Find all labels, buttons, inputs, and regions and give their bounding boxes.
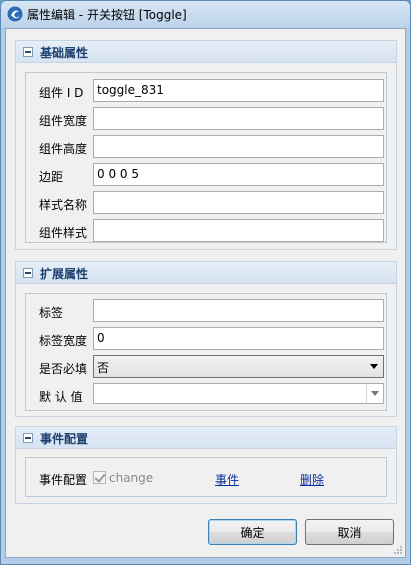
component-id-row: 组件 I D toggle_831: [26, 79, 386, 103]
margin-row: 边距 0 0 0 5: [26, 163, 386, 187]
change-checkbox[interactable]: [93, 471, 106, 484]
component-height-label: 组件高度: [39, 142, 88, 156]
label-row: 标签: [26, 299, 386, 323]
style-name-input[interactable]: [93, 191, 384, 214]
event-config-title: 事件配置: [40, 432, 89, 446]
event-config-header[interactable]: 事件配置: [16, 427, 396, 449]
collapse-minus-icon[interactable]: [23, 47, 33, 57]
label-width-label: 标签宽度: [39, 334, 88, 348]
component-id-input[interactable]: toggle_831: [93, 79, 384, 102]
change-checkbox-label: change: [109, 471, 154, 485]
collapse-minus-icon[interactable]: [23, 433, 33, 443]
extended-properties-title: 扩展属性: [40, 267, 89, 281]
delete-link[interactable]: 删除: [300, 471, 324, 488]
component-height-row: 组件高度: [26, 135, 386, 159]
required-selected-value: 否: [97, 361, 110, 375]
component-style-label: 组件样式: [39, 226, 88, 240]
event-row: 事件配置 change 事件 删除: [26, 468, 386, 488]
cancel-button[interactable]: 取消: [305, 519, 394, 545]
default-value-dropdown-button[interactable]: [366, 384, 383, 403]
app-logo-icon: [7, 6, 23, 22]
label-input[interactable]: [93, 299, 384, 322]
component-width-label: 组件宽度: [39, 114, 88, 128]
margin-label: 边距: [39, 170, 64, 184]
component-style-input[interactable]: [93, 219, 384, 242]
required-select[interactable]: 否: [93, 355, 384, 378]
basic-properties-group: 基础属性 组件 I D toggle_831 组件宽度 组件高度 边距 0 0 …: [15, 40, 397, 250]
default-value-label: 默 认 值: [39, 390, 83, 404]
basic-properties-body: 组件 I D toggle_831 组件宽度 组件高度 边距 0 0 0 5 样…: [25, 72, 387, 243]
dialog-content: 基础属性 组件 I D toggle_831 组件宽度 组件高度 边距 0 0 …: [5, 28, 406, 558]
component-style-row: 组件样式: [26, 219, 386, 243]
required-row: 是否必填 否: [26, 355, 386, 379]
event-config-body: 事件配置 change 事件 删除: [25, 457, 387, 497]
basic-properties-title: 基础属性: [40, 46, 89, 60]
label-field-label: 标签: [39, 306, 64, 320]
title-bar[interactable]: 属性编辑 - 开关按钮 [Toggle]: [1, 1, 410, 27]
event-link[interactable]: 事件: [215, 471, 239, 488]
extended-properties-body: 标签 标签宽度 0 是否必填 否 默 认 值: [25, 293, 387, 411]
default-value-combo[interactable]: [93, 383, 384, 404]
resize-grip-icon[interactable]: [393, 545, 403, 555]
component-width-row: 组件宽度: [26, 107, 386, 131]
label-width-input[interactable]: 0: [93, 327, 384, 350]
extended-properties-header[interactable]: 扩展属性: [16, 262, 396, 284]
dialog-window: 属性编辑 - 开关按钮 [Toggle] 基础属性 组件 I D toggle_…: [0, 0, 411, 565]
default-value-row: 默 认 值: [26, 383, 386, 407]
collapse-minus-icon[interactable]: [23, 268, 33, 278]
style-name-label: 样式名称: [39, 198, 88, 212]
component-width-input[interactable]: [93, 107, 384, 130]
ok-button[interactable]: 确定: [208, 519, 297, 545]
chevron-down-icon: [371, 391, 379, 396]
required-label: 是否必填: [39, 362, 88, 376]
event-row-label: 事件配置: [39, 473, 88, 487]
extended-properties-group: 扩展属性 标签 标签宽度 0 是否必填 否 默 认 值: [15, 261, 397, 417]
style-name-row: 样式名称: [26, 191, 386, 215]
basic-properties-header[interactable]: 基础属性: [16, 41, 396, 63]
window-title: 属性编辑 - 开关按钮 [Toggle]: [27, 8, 187, 22]
margin-input[interactable]: 0 0 0 5: [93, 163, 384, 186]
component-id-label: 组件 I D: [39, 86, 84, 100]
label-width-row: 标签宽度 0: [26, 327, 386, 351]
chevron-down-icon: [370, 364, 378, 369]
component-height-input[interactable]: [93, 135, 384, 158]
event-config-group: 事件配置 事件配置 change 事件 删除: [15, 426, 397, 504]
